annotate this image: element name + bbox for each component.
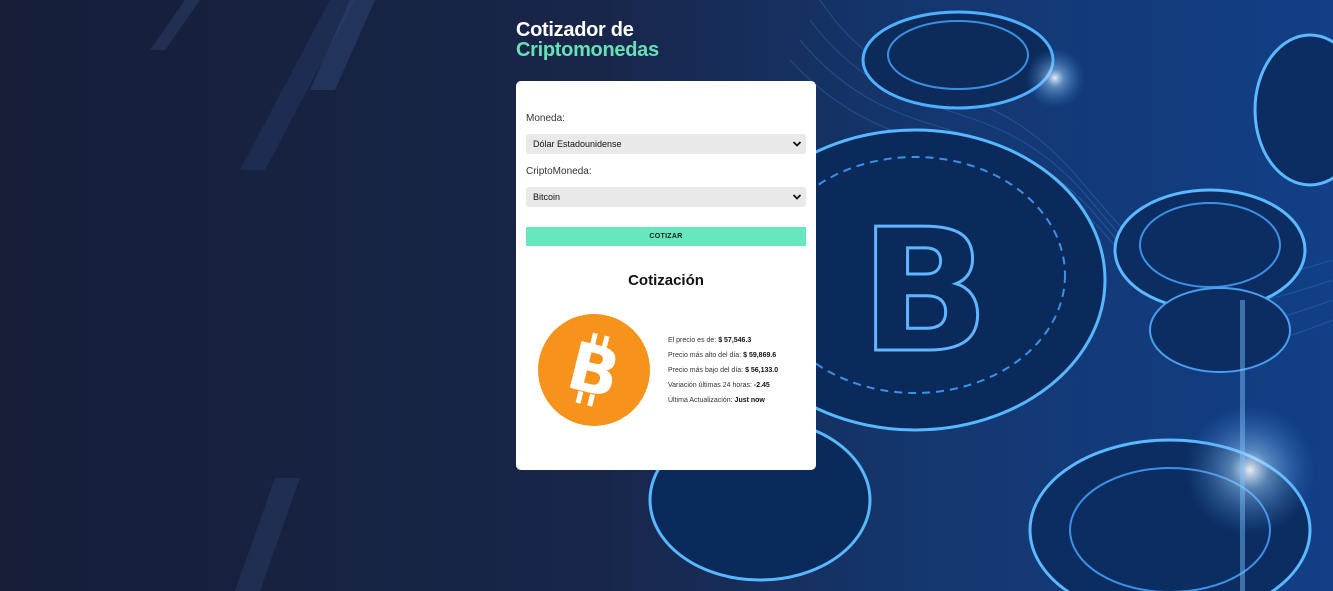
- stat-low: Precio más bajo del día: $ 56,133.0: [668, 363, 778, 378]
- stat-high-value: $ 59,869.6: [743, 352, 777, 359]
- crypto-label: CriptoMoneda:: [526, 166, 592, 177]
- stat-high: Precio más alto del día: $ 59,869.6: [668, 348, 778, 363]
- chevron-down-icon: [792, 194, 802, 200]
- app-title: Cotizador de Criptomonedas: [516, 20, 816, 60]
- currency-label: Moneda:: [526, 113, 565, 124]
- currency-select-value: Dólar Estadounidense: [533, 139, 622, 149]
- title-line-2: Criptomonedas: [516, 39, 659, 61]
- quote-card: Moneda: Dólar Estadounidense CriptoMoned…: [516, 81, 816, 470]
- stat-high-label: Precio más alto del día:: [668, 352, 742, 359]
- stat-change-value: -2.45: [753, 382, 770, 389]
- stat-updated: Última Actualización: Just now: [668, 393, 778, 408]
- bitcoin-icon: B: [538, 314, 650, 426]
- stat-price-label: El precio es de:: [668, 337, 717, 344]
- crypto-select[interactable]: Bitcoin: [526, 187, 806, 207]
- result-title: Cotización: [628, 272, 704, 289]
- quote-stats: El precio es de: $ 57,546.3 Precio más a…: [668, 333, 778, 408]
- currency-select[interactable]: Dólar Estadounidense: [526, 134, 806, 154]
- chevron-down-icon: [792, 141, 802, 147]
- stat-updated-value: Just now: [734, 397, 765, 404]
- stat-price: El precio es de: $ 57,546.3: [668, 333, 778, 348]
- stat-low-value: $ 56,133.0: [745, 367, 779, 374]
- crypto-select-value: Bitcoin: [533, 192, 561, 202]
- title-line-1: Cotizador de: [516, 19, 634, 41]
- stat-price-value: $ 57,546.3: [718, 337, 752, 344]
- stat-low-label: Precio más bajo del día:: [668, 367, 744, 374]
- stat-change-label: Variación últimas 24 horas:: [668, 382, 752, 389]
- stat-change: Variación últimas 24 horas: -2.45: [668, 378, 778, 393]
- stat-updated-label: Última Actualización:: [668, 397, 733, 404]
- svg-text:B: B: [860, 193, 990, 391]
- cotizar-button[interactable]: COTIZAR: [526, 227, 806, 246]
